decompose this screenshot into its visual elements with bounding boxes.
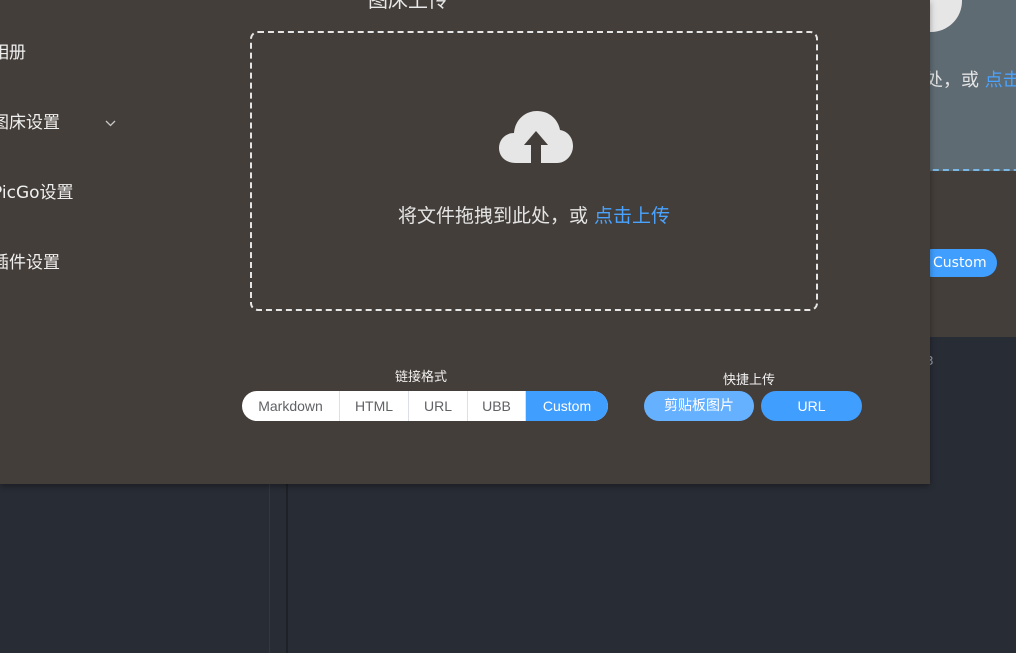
- background-divider: [269, 484, 270, 653]
- upload-dropzone[interactable]: 将文件拖拽到此处，或 点击上传: [250, 31, 818, 311]
- sidebar-item-label: 图床设置: [0, 113, 60, 133]
- page-title: 图床上传: [368, 0, 448, 12]
- format-option-ubb[interactable]: UBB: [468, 391, 526, 421]
- upload-click-link[interactable]: 点击上传: [594, 205, 670, 227]
- sidebar-item-label: 插件设置: [0, 253, 60, 273]
- link-format-radio-group: Markdown HTML URL UBB Custom: [242, 391, 608, 421]
- sidebar-item-plugin-settings[interactable]: 插件设置: [0, 243, 220, 283]
- cloud-upload-icon: [499, 111, 573, 163]
- upload-instructions: 将文件拖拽到此处，或 点击上传: [252, 201, 816, 228]
- chevron-down-icon[interactable]: [104, 103, 117, 147]
- upload-text: 将文件拖拽到此处，或: [397, 205, 595, 227]
- upload-window: 图床上传 相册 图床设置 PicGo设置 插件设置 将文件拖拽到此处，或 点击上…: [0, 0, 930, 484]
- background-upload-text: 处，或 点击: [925, 66, 1016, 92]
- url-upload-button[interactable]: URL: [761, 391, 862, 421]
- background-upload-text-fragment: 处，或: [925, 70, 985, 91]
- clipboard-upload-button[interactable]: 剪贴板图片: [644, 391, 754, 421]
- sidebar-item-label: PicGo设置: [0, 183, 74, 203]
- format-option-custom[interactable]: Custom: [526, 391, 608, 421]
- format-option-markdown[interactable]: Markdown: [242, 391, 340, 421]
- sidebar-item-album[interactable]: 相册: [0, 33, 220, 73]
- background-upload-link[interactable]: 点击: [985, 70, 1016, 91]
- sidebar-item-picbed-settings[interactable]: 图床设置: [0, 103, 220, 143]
- quick-upload-label: 快捷上传: [723, 373, 776, 388]
- format-option-url[interactable]: URL: [409, 391, 468, 421]
- format-option-html[interactable]: HTML: [340, 391, 409, 421]
- link-format-label: 链接格式: [395, 370, 448, 385]
- sidebar-item-picgo-settings[interactable]: PicGo设置: [0, 173, 220, 213]
- sidebar-item-label: 相册: [0, 43, 26, 63]
- background-divider: [286, 484, 288, 653]
